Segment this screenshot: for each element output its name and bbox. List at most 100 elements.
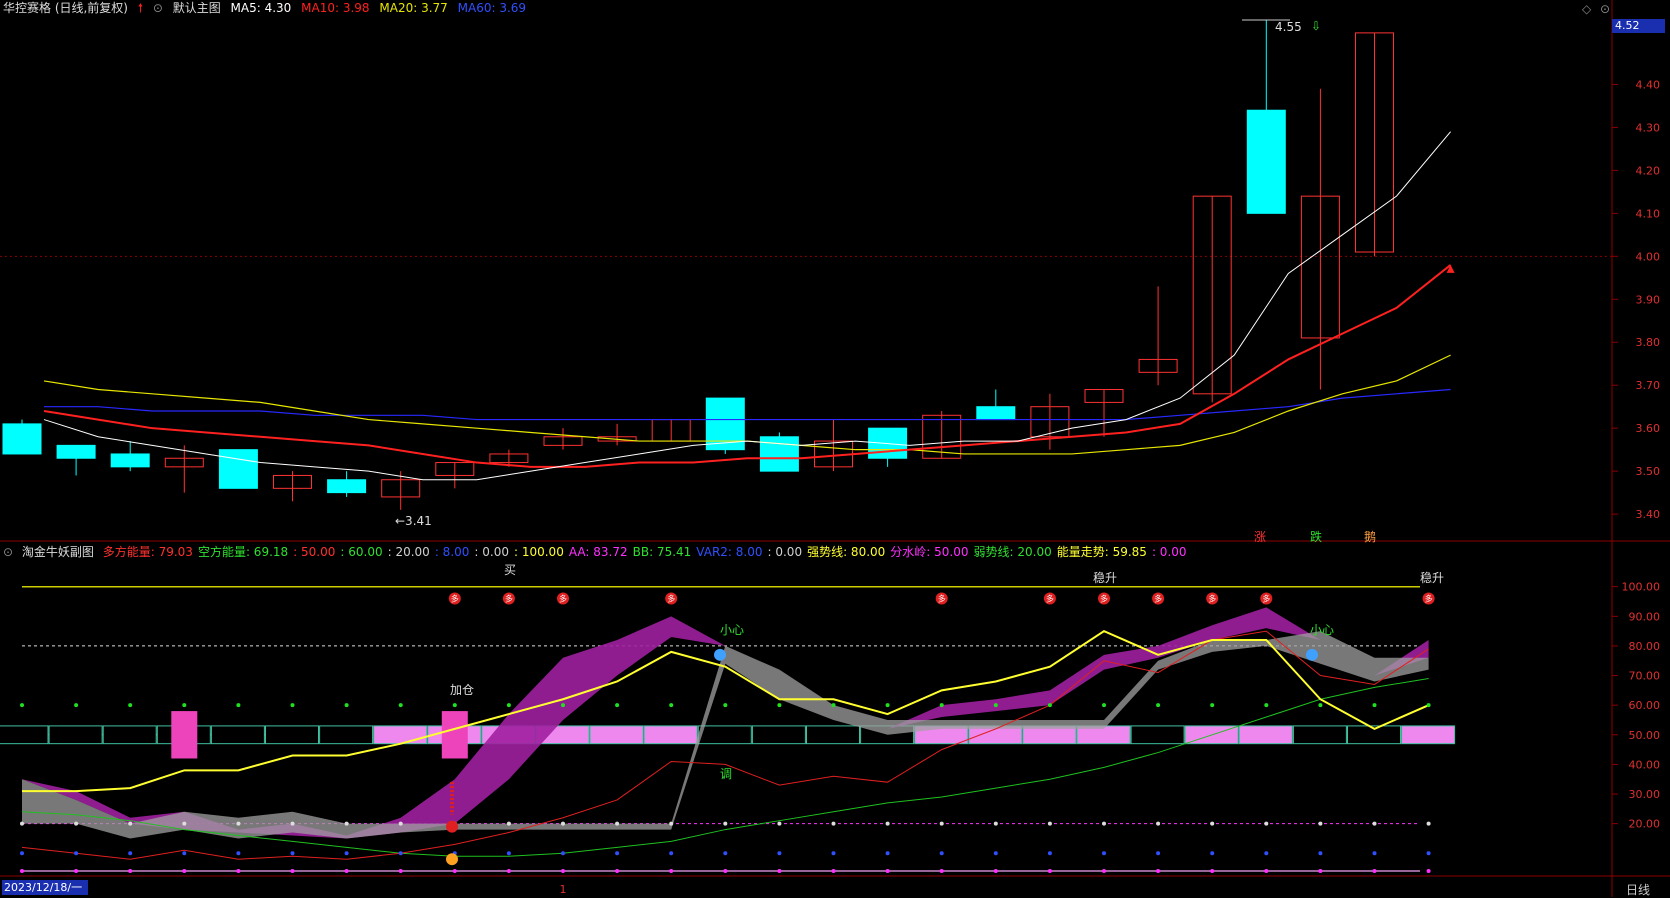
magenta-dot xyxy=(506,869,511,874)
sub-indicator-14: 弱势线: 20.00 xyxy=(973,545,1052,559)
up-arrow-icon: 🠕 xyxy=(137,1,143,15)
green-dot xyxy=(1264,703,1269,708)
energy-block xyxy=(373,725,428,745)
blue-dot xyxy=(398,851,403,856)
sub-indicator-1: 空方能量: 69.18 xyxy=(197,545,289,559)
sub-indicator-16: : 0.00 xyxy=(1151,545,1187,559)
white-dot xyxy=(128,821,133,826)
ma60-line xyxy=(44,388,1451,421)
magenta-dot xyxy=(939,869,944,874)
sub-axis-label: 80.00 xyxy=(1629,640,1661,653)
white-dot xyxy=(74,821,79,826)
price-axis-label: 3.60 xyxy=(1636,422,1661,435)
magenta-dot xyxy=(236,869,241,874)
magenta-dot xyxy=(1264,869,1269,874)
green-dot xyxy=(885,703,890,708)
cursor-marker: 1 xyxy=(560,883,567,896)
energy-block xyxy=(697,725,752,745)
candle xyxy=(110,453,150,468)
current-price-tag: 4.52 xyxy=(1612,19,1665,33)
main-menu-icon[interactable]: ⊙ xyxy=(153,1,163,15)
white-dot xyxy=(561,821,565,826)
candle xyxy=(56,444,96,459)
magenta-dot xyxy=(723,869,728,874)
price-axis-label: 4.30 xyxy=(1636,121,1661,134)
magenta-dot xyxy=(1210,869,1215,874)
energy-block xyxy=(48,725,103,745)
green-dot xyxy=(452,703,457,708)
signal-label-up: 涨 xyxy=(1254,529,1266,544)
green-dot xyxy=(1156,703,1161,708)
duo-marker-label: 多 xyxy=(1154,594,1162,604)
white-dot xyxy=(20,821,24,826)
price-axis-label: 3.50 xyxy=(1636,465,1661,478)
blue-dot xyxy=(1102,851,1106,856)
magenta-dot xyxy=(1318,869,1323,874)
sub-menu-icon[interactable]: ⊙ xyxy=(3,545,13,559)
sub-indicator-10: VAR2: 8.00 xyxy=(696,545,763,559)
white-dot xyxy=(236,821,241,826)
green-dot xyxy=(20,703,24,708)
magenta-dot xyxy=(452,869,457,874)
sub-indicator-9: BB: 75.41 xyxy=(632,545,692,559)
energy-block xyxy=(210,725,265,745)
blue-dot xyxy=(1210,851,1215,856)
magenta-dot xyxy=(993,869,998,874)
sub-axis-label: 70.00 xyxy=(1629,670,1661,683)
white-dot xyxy=(615,821,620,826)
sub-axis-label: 40.00 xyxy=(1629,758,1661,771)
price-axis-label: 3.40 xyxy=(1636,508,1661,521)
candle xyxy=(218,449,258,489)
candle xyxy=(1246,109,1286,214)
price-axis-label: 4.10 xyxy=(1636,207,1661,220)
blue-dot xyxy=(615,851,620,856)
blue-dot xyxy=(885,851,890,856)
window-menu-icon[interactable]: ⊙ xyxy=(1600,2,1610,16)
blue-dot xyxy=(290,851,295,856)
magenta-dot xyxy=(777,869,782,874)
energy-block xyxy=(319,725,374,745)
white-dot xyxy=(669,821,674,826)
candle xyxy=(327,479,367,494)
main-chart-header: 华控赛格 (日线,前复权) 🠕 ⊙ 默认主图 MA5: 4.30 MA10: 3… xyxy=(0,0,532,16)
duo-marker-label: 多 xyxy=(667,594,675,604)
ma10-value: MA10: 3.98 xyxy=(301,1,370,15)
energy-block xyxy=(1401,725,1456,745)
price-axis-label: 4.00 xyxy=(1636,250,1661,263)
sub-chart-title[interactable]: 淘金牛妖副图 xyxy=(22,545,94,559)
duo-marker-label: 多 xyxy=(451,594,459,604)
price-axis-label: 3.90 xyxy=(1636,293,1661,306)
duo-marker-label: 多 xyxy=(1262,594,1270,604)
stock-title[interactable]: 华控赛格 (日线,前复权) xyxy=(3,1,128,15)
price-axis-label: 3.80 xyxy=(1636,336,1661,349)
ma10-line xyxy=(43,264,1452,468)
green-dot xyxy=(561,703,565,708)
duo-marker-label: 多 xyxy=(1100,594,1108,604)
low-price-label: ←3.41 xyxy=(395,514,432,528)
pink-spike-block xyxy=(171,711,198,759)
pink-spike-block xyxy=(441,711,468,759)
sub-indicator-11: : 0.00 xyxy=(767,545,803,559)
sub-indicator-0: 多方能量: 79.03 xyxy=(102,545,193,559)
window-diamond-icon[interactable]: ◇ xyxy=(1582,2,1591,16)
signal-label-down: 跌 xyxy=(1310,529,1322,544)
sub-axis-label: 20.00 xyxy=(1629,818,1661,831)
white-dot xyxy=(1102,821,1106,826)
main-chart-label[interactable]: 默认主图 xyxy=(173,1,221,15)
green-dot xyxy=(1047,703,1052,708)
careful-label-2: 小心 xyxy=(1310,623,1334,637)
energy-block xyxy=(265,725,319,745)
magenta-dot xyxy=(344,869,349,874)
magenta-dot xyxy=(1102,869,1106,874)
energy-block xyxy=(589,725,644,745)
white-dot xyxy=(777,821,782,826)
magenta-dot xyxy=(615,869,620,874)
sub-chart-header: ⊙ 淘金牛妖副图 多方能量: 79.03 空方能量: 69.18: 50.00: … xyxy=(0,544,1192,560)
green-dot xyxy=(831,703,836,708)
magenta-dot xyxy=(561,869,565,874)
duo-marker-label: 多 xyxy=(1425,594,1433,604)
date-cursor-label: 2023/12/18/一 xyxy=(2,880,88,895)
energy-block xyxy=(0,725,49,745)
buy-label: 买 xyxy=(504,563,516,577)
period-label[interactable]: 日线 xyxy=(1626,881,1650,898)
